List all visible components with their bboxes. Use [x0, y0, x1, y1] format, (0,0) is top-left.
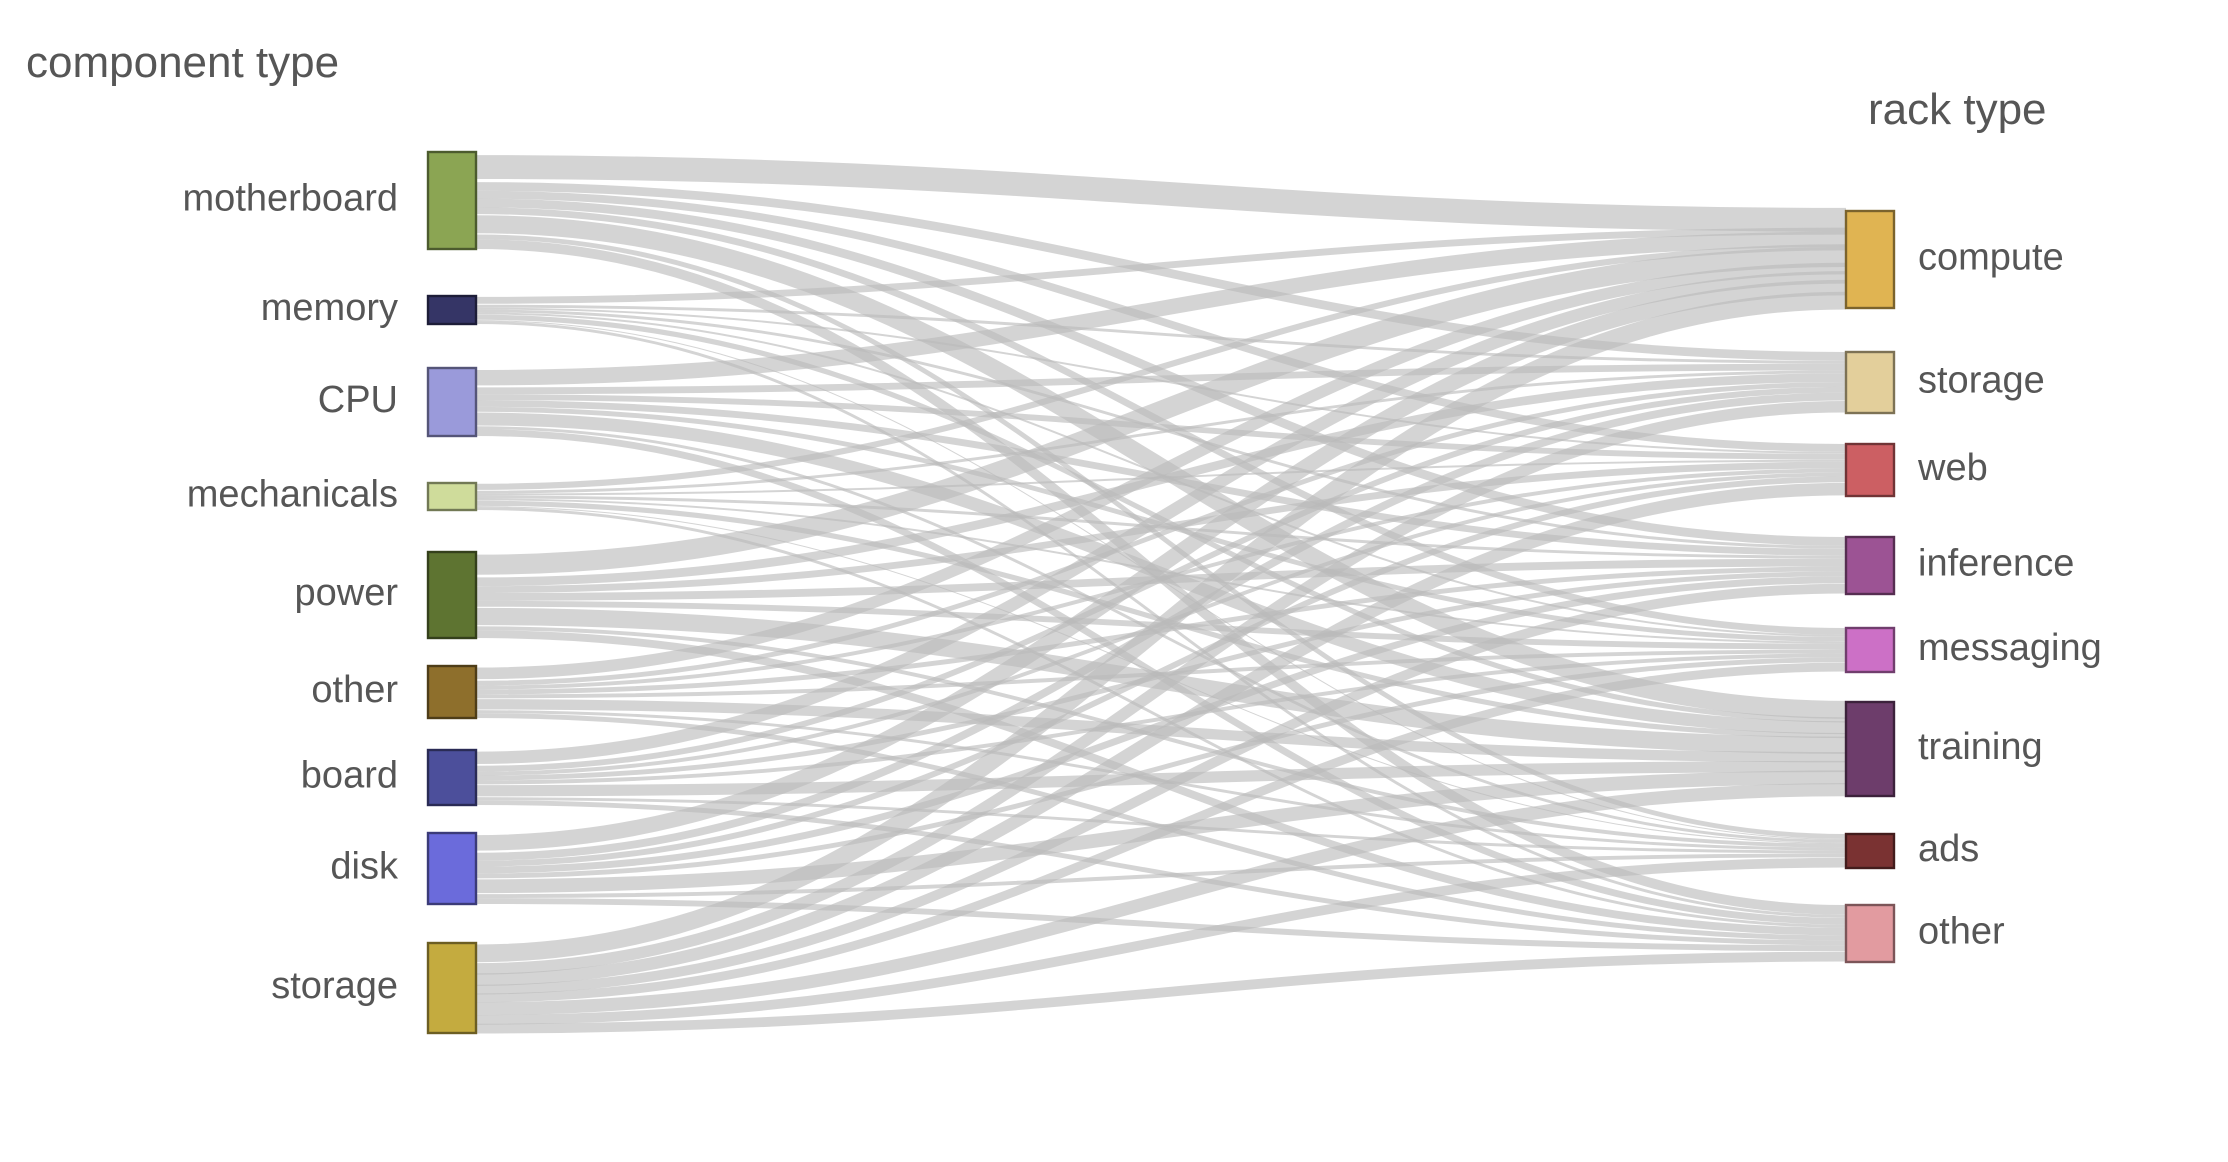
node-label-right-messaging: messaging	[1918, 627, 2102, 669]
sankey-node-left-mechanicals[interactable]	[426, 481, 478, 512]
sankey-node-left-disk[interactable]	[426, 831, 478, 906]
sankey-node-left-board[interactable]	[426, 748, 478, 807]
node-label-right-ads: ads	[1918, 828, 1979, 870]
node-label-left-disk: disk	[330, 846, 399, 888]
sankey-node-left-storage[interactable]	[426, 941, 478, 1035]
node-label-left-power: power	[295, 572, 399, 614]
node-label-left-storage: storage	[271, 965, 398, 1007]
node-label-right-web: web	[1917, 447, 1988, 489]
sankey-node-left-power[interactable]	[426, 550, 478, 640]
node-label-left-board: board	[301, 755, 398, 797]
sankey-node-left-other[interactable]	[426, 664, 478, 720]
sankey-node-right-inference[interactable]	[1844, 535, 1896, 596]
node-label-right-inference: inference	[1918, 543, 2074, 585]
right-column-title: rack type	[1868, 85, 2047, 134]
sankey-node-right-storage[interactable]	[1844, 350, 1896, 415]
node-label-right-compute: compute	[1918, 237, 2064, 279]
left-column-title: component type	[26, 38, 339, 87]
node-label-left-memory: memory	[261, 287, 398, 329]
node-label-left-mechanicals: mechanicals	[187, 474, 398, 516]
sankey-node-right-training[interactable]	[1844, 700, 1896, 798]
sankey-node-right-web[interactable]	[1844, 442, 1896, 498]
sankey-node-left-cpu[interactable]	[426, 366, 478, 438]
sankey-node-left-motherboard[interactable]	[426, 150, 478, 251]
sankey-canvas: component type rack type motherboard memo…	[26, 38, 2102, 1035]
link-ribbons-layer	[475, 155, 1847, 1034]
sankey-node-right-messaging[interactable]	[1844, 626, 1896, 674]
node-label-left-motherboard: motherboard	[183, 178, 398, 220]
node-label-right-training: training	[1918, 726, 2043, 768]
sankey-node-right-ads[interactable]	[1844, 832, 1896, 870]
sankey-node-right-compute[interactable]	[1844, 209, 1896, 310]
sankey-node-left-memory[interactable]	[426, 294, 478, 326]
node-label-right-other: other	[1918, 911, 2005, 953]
sankey-diagram: component type rack type motherboard memo…	[0, 0, 2228, 1162]
node-label-left-cpu: CPU	[318, 379, 398, 421]
node-label-right-storage: storage	[1918, 360, 2045, 402]
node-label-left-other: other	[311, 669, 398, 711]
sankey-node-right-other[interactable]	[1844, 903, 1896, 964]
